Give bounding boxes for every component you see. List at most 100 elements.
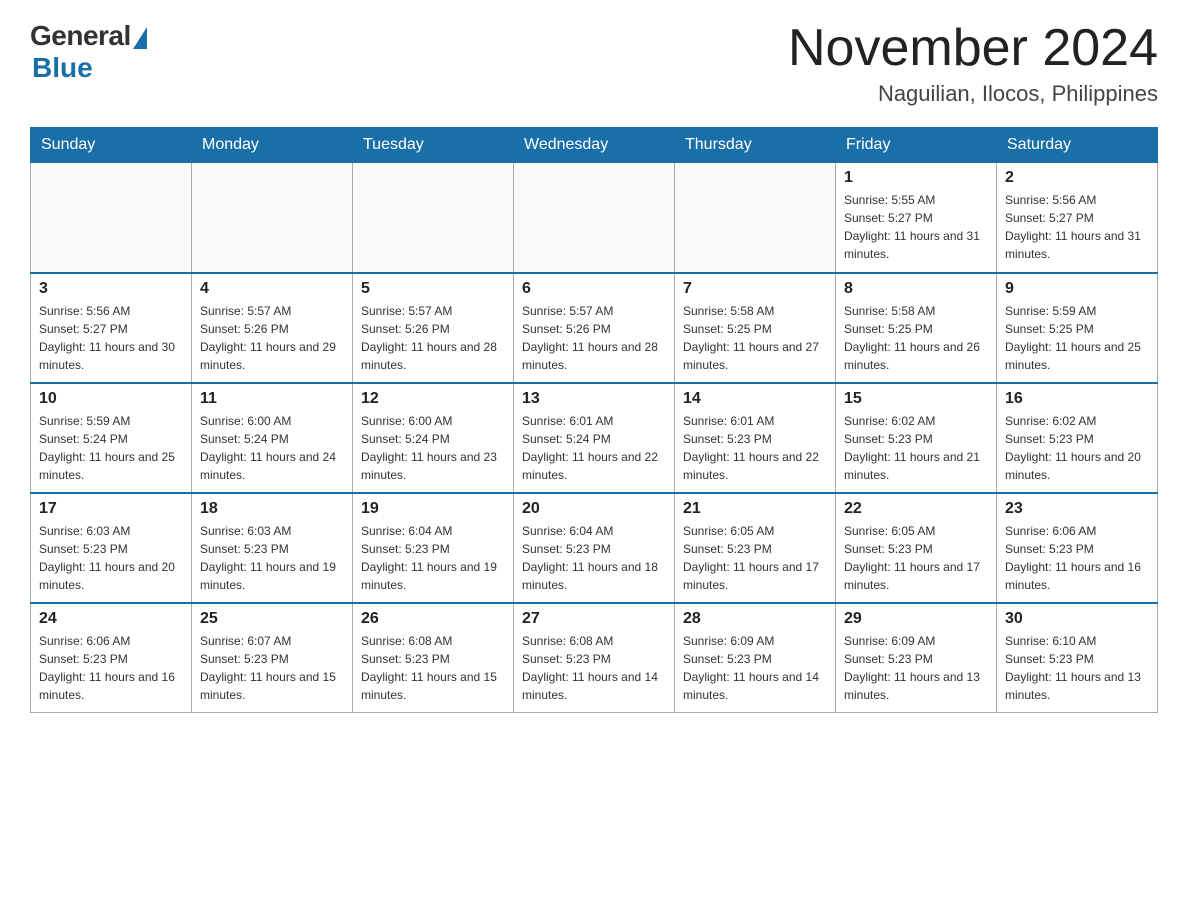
calendar-cell: 11 Sunrise: 6:00 AMSunset: 5:24 PMDayligh… bbox=[192, 383, 353, 493]
month-title: November 2024 bbox=[788, 20, 1158, 77]
calendar-cell: 2 Sunrise: 5:56 AMSunset: 5:27 PMDaylight… bbox=[997, 163, 1158, 273]
day-number: 1 bbox=[844, 169, 988, 187]
day-sun-info: Sunrise: 6:05 AMSunset: 5:23 PMDaylight:… bbox=[683, 522, 827, 594]
calendar-cell: 24Sunrise: 6:06 AMSunset: 5:23 PMDayligh… bbox=[31, 603, 192, 713]
logo-triangle-icon bbox=[133, 27, 147, 49]
calendar-cell: 4 Sunrise: 5:57 AMSunset: 5:26 PMDaylight… bbox=[192, 273, 353, 383]
day-number: 2 bbox=[1005, 169, 1149, 187]
weekday-header-thursday: Thursday bbox=[675, 128, 836, 163]
location-title: Naguilian, Ilocos, Philippines bbox=[788, 81, 1158, 107]
day-number: 3 bbox=[39, 280, 183, 298]
calendar-cell: 1 Sunrise: 5:55 AMSunset: 5:27 PMDaylight… bbox=[836, 163, 997, 273]
logo-blue-text: Blue bbox=[32, 52, 93, 84]
weekday-header-sunday: Sunday bbox=[31, 128, 192, 163]
calendar-cell: 27 Sunrise: 6:08 AMSunset: 5:23 PMDayligh… bbox=[514, 603, 675, 713]
calendar-cell: 6 Sunrise: 5:57 AMSunset: 5:26 PMDaylight… bbox=[514, 273, 675, 383]
day-sun-info: Sunrise: 5:55 AMSunset: 5:27 PMDaylight:… bbox=[844, 191, 988, 263]
day-sun-info: Sunrise: 6:00 AMSunset: 5:24 PMDaylight:… bbox=[200, 412, 344, 484]
calendar-cell: 20 Sunrise: 6:04 AMSunset: 5:23 PMDayligh… bbox=[514, 493, 675, 603]
calendar-cell bbox=[353, 163, 514, 273]
calendar-cell: 7 Sunrise: 5:58 AMSunset: 5:25 PMDaylight… bbox=[675, 273, 836, 383]
day-number: 4 bbox=[200, 280, 344, 298]
day-number: 9 bbox=[1005, 280, 1149, 298]
logo-general-text: General bbox=[30, 20, 131, 52]
day-sun-info: Sunrise: 6:09 AMSunset: 5:23 PMDaylight:… bbox=[844, 632, 988, 704]
day-number: 29 bbox=[844, 610, 988, 628]
day-sun-info: Sunrise: 6:04 AMSunset: 5:23 PMDaylight:… bbox=[361, 522, 505, 594]
calendar-cell: 10 Sunrise: 5:59 AMSunset: 5:24 PMDayligh… bbox=[31, 383, 192, 493]
day-number: 27 bbox=[522, 610, 666, 628]
calendar-week-row-1: 1 Sunrise: 5:55 AMSunset: 5:27 PMDaylight… bbox=[31, 163, 1158, 273]
day-sun-info: Sunrise: 5:59 AMSunset: 5:25 PMDaylight:… bbox=[1005, 302, 1149, 374]
day-number: 28 bbox=[683, 610, 827, 628]
calendar-cell: 9 Sunrise: 5:59 AMSunset: 5:25 PMDaylight… bbox=[997, 273, 1158, 383]
calendar-cell: 5Sunrise: 5:57 AMSunset: 5:26 PMDaylight… bbox=[353, 273, 514, 383]
day-sun-info: Sunrise: 5:56 AMSunset: 5:27 PMDaylight:… bbox=[1005, 191, 1149, 263]
day-number: 25 bbox=[200, 610, 344, 628]
calendar-cell: 23Sunrise: 6:06 AMSunset: 5:23 PMDayligh… bbox=[997, 493, 1158, 603]
calendar-cell: 21 Sunrise: 6:05 AMSunset: 5:23 PMDayligh… bbox=[675, 493, 836, 603]
day-sun-info: Sunrise: 5:57 AMSunset: 5:26 PMDaylight:… bbox=[522, 302, 666, 374]
calendar-week-row-2: 3Sunrise: 5:56 AMSunset: 5:27 PMDaylight… bbox=[31, 273, 1158, 383]
calendar-week-row-3: 10 Sunrise: 5:59 AMSunset: 5:24 PMDayligh… bbox=[31, 383, 1158, 493]
day-sun-info: Sunrise: 6:05 AMSunset: 5:23 PMDaylight:… bbox=[844, 522, 988, 594]
day-number: 26 bbox=[361, 610, 505, 628]
day-number: 10 bbox=[39, 390, 183, 408]
day-number: 21 bbox=[683, 500, 827, 518]
day-sun-info: Sunrise: 5:58 AMSunset: 5:25 PMDaylight:… bbox=[683, 302, 827, 374]
day-sun-info: Sunrise: 6:00 AMSunset: 5:24 PMDaylight:… bbox=[361, 412, 505, 484]
day-sun-info: Sunrise: 6:04 AMSunset: 5:23 PMDaylight:… bbox=[522, 522, 666, 594]
day-sun-info: Sunrise: 5:59 AMSunset: 5:24 PMDaylight:… bbox=[39, 412, 183, 484]
weekday-header-saturday: Saturday bbox=[997, 128, 1158, 163]
day-sun-info: Sunrise: 6:02 AMSunset: 5:23 PMDaylight:… bbox=[1005, 412, 1149, 484]
calendar-cell: 17Sunrise: 6:03 AMSunset: 5:23 PMDayligh… bbox=[31, 493, 192, 603]
calendar-week-row-4: 17 Sunrise: 6:03 AMSunset: 5:23 PMDayligh… bbox=[31, 493, 1158, 603]
day-number: 22 bbox=[844, 500, 988, 518]
calendar-cell: 12 Sunrise: 6:00 AMSunset: 5:24 PMDayligh… bbox=[353, 383, 514, 493]
day-number: 11 bbox=[200, 390, 344, 408]
calendar-cell: 22 Sunrise: 6:05 AMSunset: 5:23 PMDayligh… bbox=[836, 493, 997, 603]
day-number: 23 bbox=[1005, 500, 1149, 518]
day-sun-info: Sunrise: 6:07 AMSunset: 5:23 PMDaylight:… bbox=[200, 632, 344, 704]
day-sun-info: Sunrise: 5:58 AMSunset: 5:25 PMDaylight:… bbox=[844, 302, 988, 374]
title-block: November 2024 Naguilian, Ilocos, Philipp… bbox=[788, 20, 1158, 107]
calendar-cell bbox=[675, 163, 836, 273]
calendar-cell: 30 Sunrise: 6:10 AMSunset: 5:23 PMDayligh… bbox=[997, 603, 1158, 713]
day-number: 30 bbox=[1005, 610, 1149, 628]
calendar-cell: 19Sunrise: 6:04 AMSunset: 5:23 PMDayligh… bbox=[353, 493, 514, 603]
day-number: 12 bbox=[361, 390, 505, 408]
day-number: 20 bbox=[522, 500, 666, 518]
calendar-cell: 28 Sunrise: 6:09 AMSunset: 5:23 PMDayligh… bbox=[675, 603, 836, 713]
day-sun-info: Sunrise: 6:09 AMSunset: 5:23 PMDaylight:… bbox=[683, 632, 827, 704]
day-sun-info: Sunrise: 6:01 AMSunset: 5:23 PMDaylight:… bbox=[683, 412, 827, 484]
day-sun-info: Sunrise: 6:03 AMSunset: 5:23 PMDaylight:… bbox=[200, 522, 344, 594]
day-number: 6 bbox=[522, 280, 666, 298]
day-sun-info: Sunrise: 6:01 AMSunset: 5:24 PMDaylight:… bbox=[522, 412, 666, 484]
day-sun-info: Sunrise: 6:06 AMSunset: 5:23 PMDaylight:… bbox=[39, 632, 183, 704]
calendar-cell: 29 Sunrise: 6:09 AMSunset: 5:23 PMDayligh… bbox=[836, 603, 997, 713]
calendar-cell: 16Sunrise: 6:02 AMSunset: 5:23 PMDayligh… bbox=[997, 383, 1158, 493]
day-sun-info: Sunrise: 6:08 AMSunset: 5:23 PMDaylight:… bbox=[361, 632, 505, 704]
day-number: 13 bbox=[522, 390, 666, 408]
calendar-cell: 26 Sunrise: 6:08 AMSunset: 5:23 PMDayligh… bbox=[353, 603, 514, 713]
day-number: 8 bbox=[844, 280, 988, 298]
day-number: 18 bbox=[200, 500, 344, 518]
day-number: 7 bbox=[683, 280, 827, 298]
calendar-cell bbox=[514, 163, 675, 273]
calendar-cell: 25 Sunrise: 6:07 AMSunset: 5:23 PMDayligh… bbox=[192, 603, 353, 713]
day-sun-info: Sunrise: 6:08 AMSunset: 5:23 PMDaylight:… bbox=[522, 632, 666, 704]
calendar-cell: 13 Sunrise: 6:01 AMSunset: 5:24 PMDayligh… bbox=[514, 383, 675, 493]
day-sun-info: Sunrise: 6:10 AMSunset: 5:23 PMDaylight:… bbox=[1005, 632, 1149, 704]
day-number: 17 bbox=[39, 500, 183, 518]
page-header: General Blue November 2024 Naguilian, Il… bbox=[30, 20, 1158, 107]
calendar-cell bbox=[31, 163, 192, 273]
calendar-cell: 8 Sunrise: 5:58 AMSunset: 5:25 PMDaylight… bbox=[836, 273, 997, 383]
day-sun-info: Sunrise: 5:57 AMSunset: 5:26 PMDaylight:… bbox=[361, 302, 505, 374]
weekday-header-friday: Friday bbox=[836, 128, 997, 163]
calendar-cell: 3Sunrise: 5:56 AMSunset: 5:27 PMDaylight… bbox=[31, 273, 192, 383]
calendar-cell: 18 Sunrise: 6:03 AMSunset: 5:23 PMDayligh… bbox=[192, 493, 353, 603]
day-sun-info: Sunrise: 5:57 AMSunset: 5:26 PMDaylight:… bbox=[200, 302, 344, 374]
logo: General Blue bbox=[30, 20, 147, 84]
weekday-header-wednesday: Wednesday bbox=[514, 128, 675, 163]
calendar-cell: 14Sunrise: 6:01 AMSunset: 5:23 PMDayligh… bbox=[675, 383, 836, 493]
